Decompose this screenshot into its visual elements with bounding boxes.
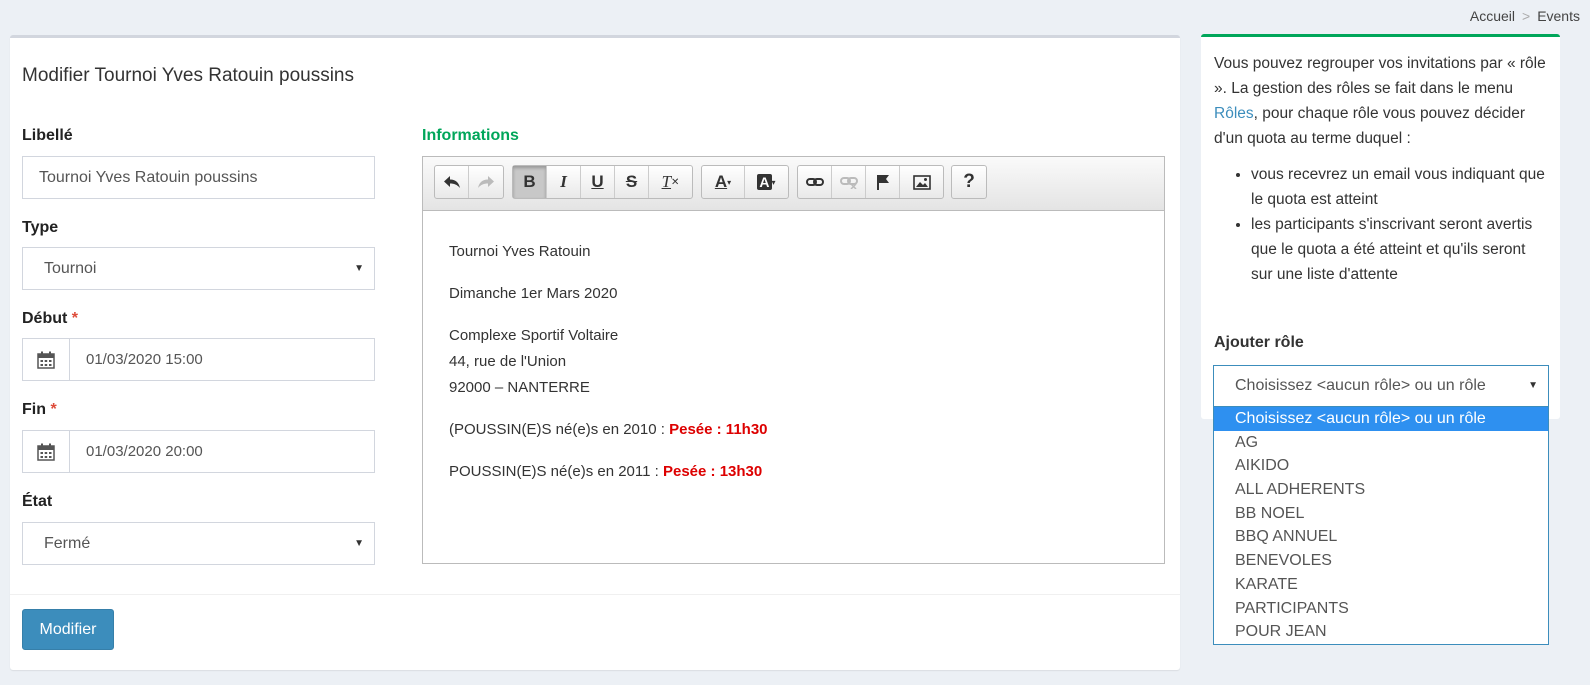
editor-address: Complexe Sportif Voltaire 44, rue de l'U…	[449, 323, 1138, 401]
background-color-icon[interactable]: A ▾	[745, 166, 788, 198]
modifier-button[interactable]: Modifier	[22, 609, 114, 650]
strikethrough-icon[interactable]: S	[615, 166, 649, 198]
etat-select[interactable]: Fermé ▼	[22, 522, 375, 565]
editor-toolbar: B I U S T ✕ A ▾ A ▾ ?	[423, 157, 1164, 211]
link-icon[interactable]	[798, 166, 832, 198]
role-option[interactable]: PARTICIPANTS	[1214, 597, 1548, 621]
etat-label: État	[22, 493, 53, 510]
required-mark: *	[50, 401, 57, 418]
informations-label: Informations	[422, 127, 519, 144]
caret-down-icon: ▼	[354, 263, 364, 274]
quota-bullets: vous recevrez un email vous indiquant qu…	[1251, 162, 1551, 287]
debut-label: Début *	[22, 310, 79, 327]
etat-value: Fermé	[44, 534, 91, 552]
required-mark: *	[71, 310, 79, 327]
redo-icon[interactable]	[469, 166, 503, 198]
underline-icon[interactable]: U	[581, 166, 615, 198]
list-item: vous recevrez un email vous indiquant qu…	[1251, 162, 1551, 212]
fin-value: 01/03/2020 20:00	[86, 443, 203, 460]
editor-line: POUSSIN(E)S né(e)s en 2011 : Pesée : 13h…	[449, 463, 763, 480]
undo-icon[interactable]	[435, 166, 469, 198]
roles-info-panel: Vous pouvez regrouper vos invitations pa…	[1201, 34, 1560, 419]
list-item: les participants s'inscrivant seront ave…	[1251, 212, 1551, 287]
fin-label: Fin *	[22, 401, 57, 418]
libelle-value: Tournoi Yves Ratouin poussins	[39, 168, 258, 186]
breadcrumb-home-link[interactable]: Accueil	[1470, 8, 1515, 24]
breadcrumb: Accueil > Events	[1470, 8, 1580, 24]
debut-datetime-input[interactable]: 01/03/2020 15:00	[22, 338, 375, 381]
editor-content[interactable]: Tournoi Yves Ratouin Dimanche 1er Mars 2…	[423, 211, 1164, 529]
rich-text-editor: B I U S T ✕ A ▾ A ▾ ? Tournoi Yves Ratou…	[422, 156, 1165, 564]
role-option[interactable]: ALL ADHERENTS	[1214, 478, 1548, 502]
role-option[interactable]: BBQ ANNUEL	[1214, 525, 1548, 549]
editor-line: Dimanche 1er Mars 2020	[449, 285, 618, 302]
role-option[interactable]: BB NOEL	[1214, 502, 1548, 526]
help-group: ?	[951, 165, 987, 199]
roles-link[interactable]: Rôles	[1214, 105, 1254, 122]
role-select-value: Choisissez <aucun rôle> ou un rôle	[1235, 377, 1486, 394]
roles-info-text: Vous pouvez regrouper vos invitations pa…	[1214, 55, 1546, 147]
color-group: A ▾ A ▾	[701, 165, 789, 199]
format-group: B I U S T ✕	[512, 165, 693, 199]
anchor-flag-icon[interactable]	[866, 166, 900, 198]
unlink-icon[interactable]	[832, 166, 866, 198]
text-color-icon[interactable]: A ▾	[702, 166, 745, 198]
calendar-icon[interactable]	[23, 431, 70, 472]
bold-icon[interactable]: B	[513, 166, 547, 198]
role-option[interactable]: AIKIDO	[1214, 454, 1548, 478]
fin-datetime-input[interactable]: 01/03/2020 20:00	[22, 430, 375, 473]
help-icon[interactable]: ?	[952, 166, 986, 198]
editor-address-line: Complexe Sportif Voltaire	[449, 327, 619, 344]
insert-group	[797, 165, 944, 199]
editor-address-line: 92000 – NANTERRE	[449, 379, 590, 396]
footer-divider	[10, 594, 1180, 595]
add-role-label: Ajouter rôle	[1214, 334, 1304, 351]
breadcrumb-separator: >	[1522, 8, 1531, 24]
type-label: Type	[22, 219, 59, 236]
role-dropdown-list: Choisissez <aucun rôle> ou un rôle AG AI…	[1213, 406, 1549, 645]
history-group	[434, 165, 504, 199]
libelle-input[interactable]: Tournoi Yves Ratouin poussins	[22, 156, 375, 199]
editor-address-line: 44, rue de l'Union	[449, 353, 567, 370]
editor-line: (POUSSIN(E)S né(e)s en 2010 : Pesée : 11…	[449, 421, 768, 438]
clear-formatting-icon[interactable]: T ✕	[649, 166, 692, 198]
edit-form-panel: Modifier Tournoi Yves Ratouin poussins L…	[10, 35, 1180, 670]
italic-icon[interactable]: I	[547, 166, 581, 198]
role-option[interactable]: KARATE	[1214, 573, 1548, 597]
role-option[interactable]: BENEVOLES	[1214, 549, 1548, 573]
editor-line: Tournoi Yves Ratouin	[449, 243, 591, 260]
pesee-time: Pesée : 13h30	[662, 463, 763, 480]
type-value: Tournoi	[44, 259, 97, 277]
role-select[interactable]: Choisissez <aucun rôle> ou un rôle ▼	[1213, 365, 1549, 407]
role-option[interactable]: AG	[1214, 431, 1548, 455]
calendar-icon[interactable]	[23, 339, 70, 380]
role-option[interactable]: Choisissez <aucun rôle> ou un rôle	[1214, 407, 1548, 431]
page-title: Modifier Tournoi Yves Ratouin poussins	[22, 65, 354, 86]
caret-down-icon: ▼	[1528, 380, 1538, 391]
pesee-time: Pesée : 11h30	[669, 421, 768, 438]
role-option[interactable]: POUR JEAN	[1214, 620, 1548, 644]
caret-down-icon: ▼	[354, 538, 364, 549]
libelle-label: Libellé	[22, 127, 73, 144]
type-select[interactable]: Tournoi ▼	[22, 247, 375, 290]
breadcrumb-current[interactable]: Events	[1537, 8, 1580, 24]
image-icon[interactable]	[900, 166, 943, 198]
debut-value: 01/03/2020 15:00	[86, 351, 203, 368]
